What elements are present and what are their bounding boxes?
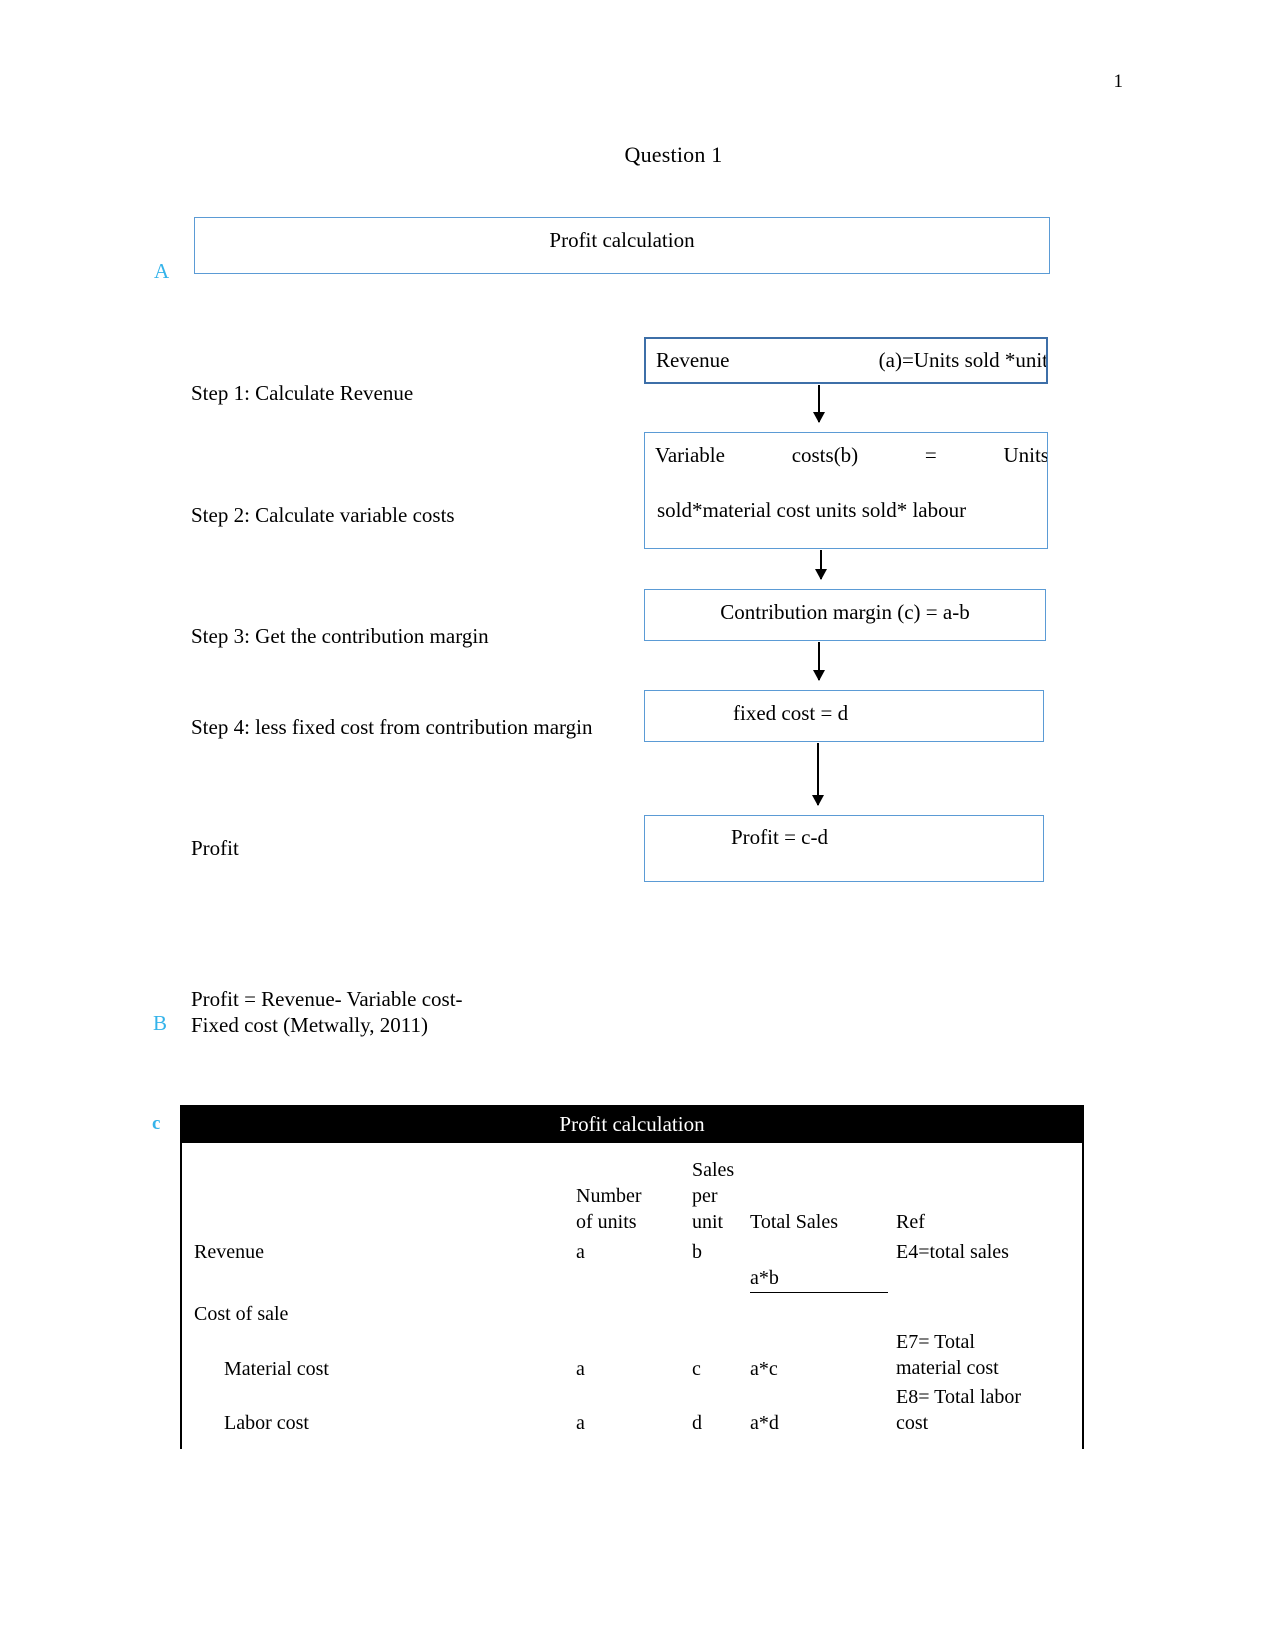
page-title: Question 1: [0, 142, 1275, 168]
page-title-text: Question 1: [624, 142, 723, 167]
table-row-labor-cost-ref: E8= Total labor cost: [896, 1386, 1022, 1434]
flow-box-variable-costs-line2: sold*material cost units sold* labour: [657, 498, 967, 522]
step-label-2: Step 2: Calculate variable costs: [191, 503, 455, 527]
table-header-total-sales: Total Sales: [750, 1211, 839, 1233]
step-label-profit: Profit: [191, 836, 239, 860]
table-row-labor-cost-per-unit: d: [692, 1412, 702, 1434]
table-row-cost-of-sale-label: Cost of sale: [194, 1303, 289, 1325]
step-label-4: Step 4: less fixed cost from contributio…: [191, 715, 593, 739]
flow-box-contribution-margin-text: Contribution margin (c) = a-b: [720, 600, 970, 624]
flow-box-variable-costs-symbol: costs(b): [791, 443, 859, 467]
table-row-revenue-label: Revenue: [194, 1241, 264, 1263]
table-row-labor-cost-total: a*d: [750, 1412, 779, 1434]
table-header-ref: Ref: [896, 1211, 925, 1233]
table-row-material-cost-label: Material cost: [224, 1358, 329, 1380]
flow-box-revenue-text: Revenue (a)=Units sold *unit: [656, 348, 1048, 373]
section-marker-c: c: [152, 1113, 161, 1134]
flow-box-revenue-right: (a)=Units sold *unit: [878, 348, 1048, 372]
flow-arrow-down-1: [813, 385, 825, 423]
profit-formula-line-1: Profit = Revenue- Variable cost-: [191, 987, 463, 1011]
step-label-1: Step 1: Calculate Revenue: [191, 381, 414, 405]
profit-calculation-banner: Profit calculation: [194, 217, 1050, 274]
flow-box-revenue-left: Revenue: [656, 348, 730, 372]
page-number: 1: [1113, 71, 1124, 92]
flow-box-variable-costs-line1: Variable costs(b) = Units: [655, 443, 1048, 468]
document-page: 1 Question 1 A Profit calculation Step 1…: [0, 0, 1275, 1651]
table-row-revenue-total: a*b: [750, 1239, 888, 1293]
flow-box-variable-costs-equals: =: [924, 443, 937, 467]
table-header-number-of-units: Number of units: [576, 1185, 642, 1233]
flow-box-contribution-margin: Contribution margin (c) = a-b: [644, 589, 1046, 641]
step-label-3: Step 3: Get the contribution margin: [191, 624, 489, 648]
table-row-revenue-per-unit: b: [692, 1241, 702, 1263]
flow-arrow-down-2: [815, 550, 827, 580]
section-marker-b: B: [153, 1011, 168, 1035]
table-row-revenue-units: a: [576, 1241, 585, 1263]
flow-box-variable-costs-term: Variable: [655, 443, 725, 467]
flow-box-fixed-cost: fixed cost = d: [644, 690, 1044, 742]
flow-arrow-down-4: [812, 743, 824, 806]
profit-calculation-table: Profit calculation Number of units Sales…: [180, 1105, 1084, 1449]
table-row-labor-cost-units: a: [576, 1412, 585, 1434]
table-row-material-cost-total: a*c: [750, 1358, 778, 1380]
table-row-revenue-ref: E4=total sales: [896, 1241, 1009, 1263]
table-header-sales-per-unit: Sales per unit: [692, 1159, 735, 1233]
table-row-revenue-total-value: a*b: [750, 1265, 888, 1293]
table-title-bar: Profit calculation: [180, 1105, 1084, 1143]
table-row-material-cost-units: a: [576, 1358, 585, 1380]
table-row-material-cost-ref: E7= Total material cost: [896, 1331, 999, 1379]
table-row-material-cost-per-unit: c: [692, 1358, 701, 1380]
section-marker-a: A: [154, 259, 170, 283]
profit-formula-line-2: Fixed cost (Metwally, 2011): [191, 1013, 428, 1037]
flow-box-profit-text: Profit = c-d: [731, 825, 828, 849]
flow-arrow-down-3: [813, 642, 825, 681]
flow-box-fixed-cost-text: fixed cost = d: [733, 701, 849, 725]
profit-calculation-banner-label: Profit calculation: [549, 228, 695, 252]
table-row-labor-cost-label: Labor cost: [224, 1412, 309, 1434]
flow-box-profit: Profit = c-d: [644, 815, 1044, 882]
table-body: Number of units Sales per unit Total Sal…: [180, 1143, 1084, 1449]
flow-box-variable-costs: Variable costs(b) = Units sold*material …: [644, 432, 1048, 549]
flow-box-variable-costs-units: Units: [1003, 443, 1048, 467]
profit-formula-block: Profit = Revenue- Variable cost- Fixed c…: [191, 986, 611, 1038]
flow-box-revenue: Revenue (a)=Units sold *unit: [644, 337, 1048, 384]
